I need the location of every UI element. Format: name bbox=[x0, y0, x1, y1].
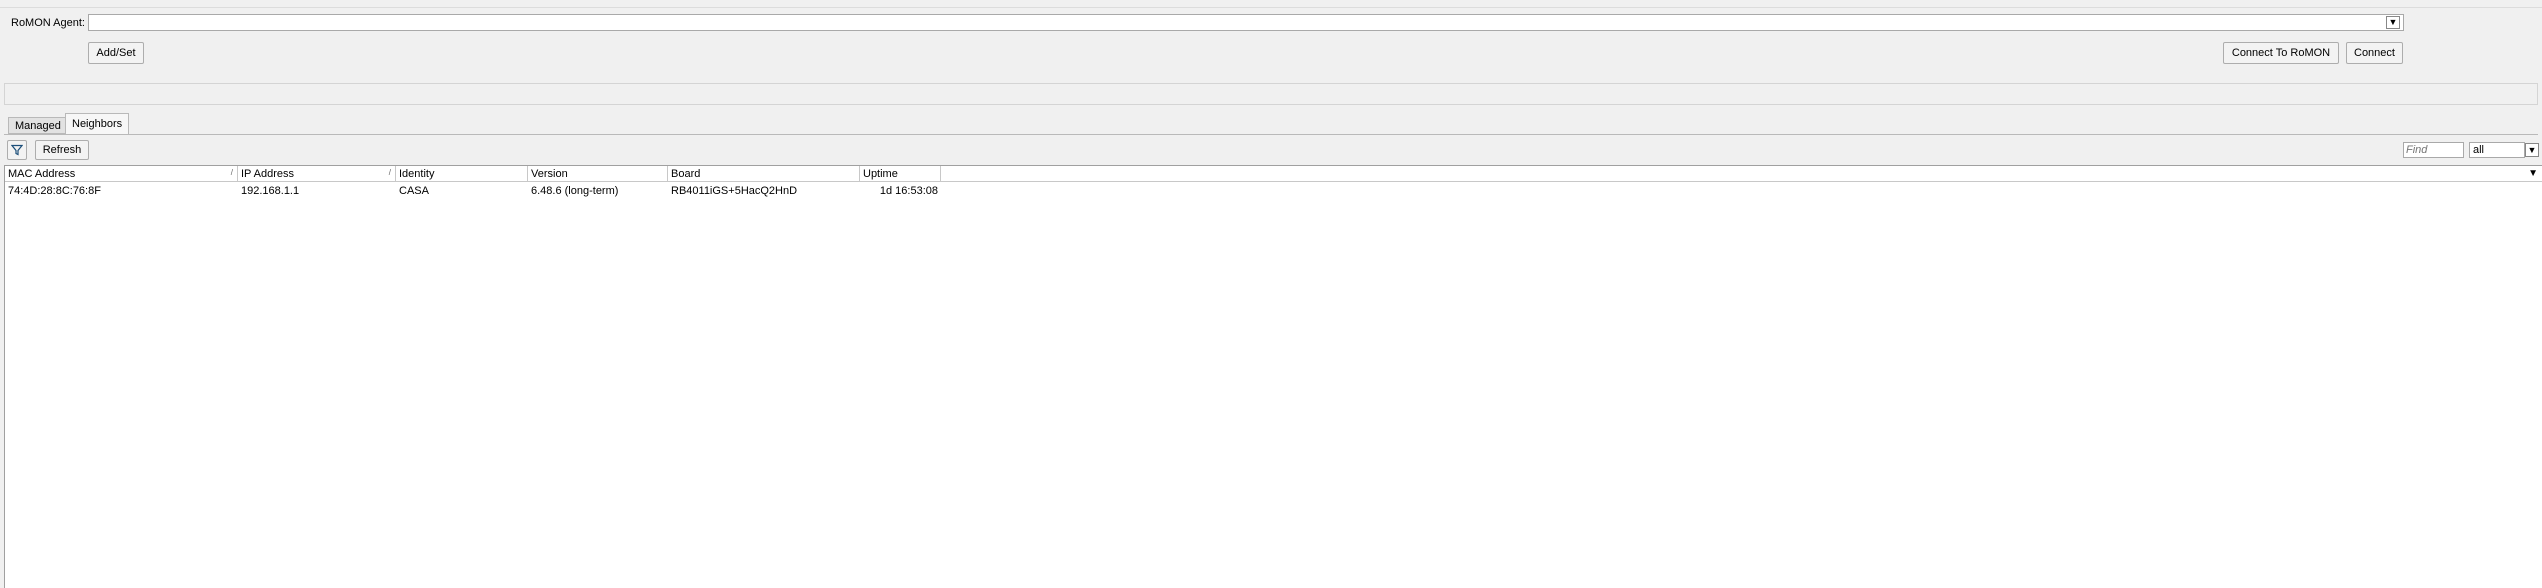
column-header-label: Uptime bbox=[863, 167, 898, 180]
column-chooser-icon[interactable]: ▼ bbox=[2528, 168, 2538, 179]
cell-identity: CASA bbox=[399, 184, 429, 197]
tab-neighbors[interactable]: Neighbors bbox=[65, 113, 130, 134]
romon-agent-dropdown-button[interactable]: ▼ bbox=[2386, 16, 2400, 29]
scope-dropdown-button[interactable]: ▼ bbox=[2525, 143, 2539, 157]
column-header-mac-address[interactable]: MAC Address / bbox=[5, 166, 238, 182]
cell-board: RB4011iGS+5HacQ2HnD bbox=[671, 184, 798, 197]
tab-managed[interactable]: Managed bbox=[8, 117, 68, 134]
find-input[interactable] bbox=[2403, 142, 2464, 158]
status-bar bbox=[4, 83, 2538, 105]
cell-version: 6.48.6 (long-term) bbox=[531, 184, 619, 197]
connect-to-romon-button[interactable]: Connect To RoMON bbox=[2223, 42, 2339, 64]
column-header-version[interactable]: Version bbox=[528, 166, 668, 182]
scope-value: all bbox=[2473, 144, 2485, 156]
romon-agent-label: RoMON Agent: bbox=[11, 17, 85, 29]
cell-mac-address: 74:4D:28:8C:76:8F bbox=[8, 184, 101, 197]
cell-ip-address: 192.168.1.1 bbox=[241, 184, 300, 197]
connect-button[interactable]: Connect bbox=[2346, 42, 2403, 64]
cell-uptime: 1d 16:53:08 bbox=[879, 184, 938, 197]
refresh-button[interactable]: Refresh bbox=[35, 140, 89, 160]
romon-agent-input[interactable] bbox=[88, 14, 2404, 31]
column-header-label: Version bbox=[531, 167, 568, 180]
sort-icon: / bbox=[230, 168, 233, 177]
dropdown-arrow-icon: ▼ bbox=[2388, 17, 2398, 27]
column-header-ip-address[interactable]: IP Address / bbox=[238, 166, 396, 182]
neighbors-table: MAC Address / IP Address / Identity Vers… bbox=[4, 165, 2542, 588]
column-header-uptime[interactable]: Uptime bbox=[860, 166, 941, 182]
column-header-label: Identity bbox=[399, 167, 435, 180]
column-header-filler bbox=[941, 166, 2542, 182]
filter-button[interactable] bbox=[7, 140, 27, 160]
scope-select[interactable]: all bbox=[2469, 142, 2525, 158]
column-header-label: MAC Address bbox=[8, 167, 76, 180]
column-header-identity[interactable]: Identity bbox=[396, 166, 528, 182]
filter-icon bbox=[11, 144, 23, 156]
sort-icon: / bbox=[388, 168, 391, 177]
column-header-label: Board bbox=[671, 167, 701, 180]
dropdown-arrow-icon: ▼ bbox=[2527, 144, 2537, 155]
window-top-divider bbox=[0, 7, 2542, 8]
add-set-button[interactable]: Add/Set bbox=[88, 42, 144, 64]
tab-divider bbox=[4, 134, 2538, 135]
column-header-board[interactable]: Board bbox=[668, 166, 860, 182]
column-header-label: IP Address bbox=[241, 167, 294, 180]
